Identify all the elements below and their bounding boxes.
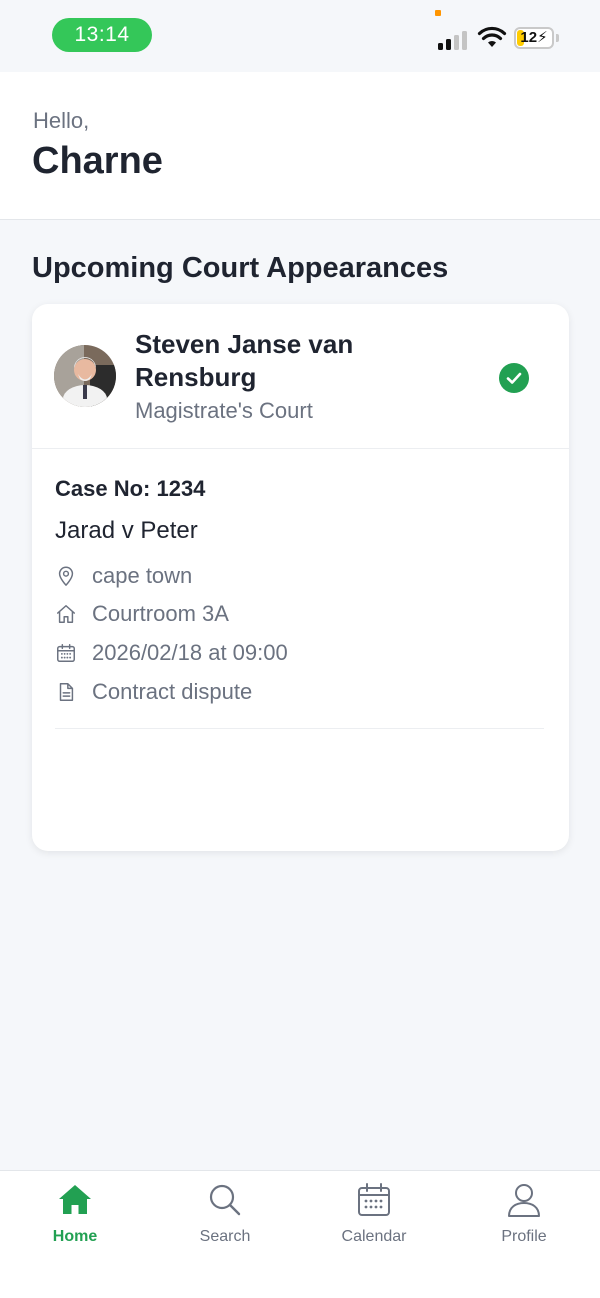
nav-home-label: Home — [52, 1228, 98, 1245]
home-icon — [59, 1185, 91, 1214]
battery-cap — [556, 34, 559, 42]
court-type: Magistrate's Court — [135, 398, 313, 423]
cellular-signal-icon — [438, 30, 470, 50]
appearance-card[interactable]: Steven Janse van Rensburg Magistrate's C… — [32, 304, 569, 851]
profile-icon — [508, 1184, 540, 1217]
user-name: Charne — [32, 140, 163, 182]
lawyer-name: Steven Janse van Rensburg — [135, 329, 354, 392]
location-text: cape town — [92, 563, 193, 588]
calendar-icon — [358, 1183, 390, 1216]
calendar-icon — [57, 644, 75, 662]
card-header: Steven Janse van Rensburg Magistrate's C… — [32, 304, 569, 449]
map-pin-icon — [58, 566, 74, 586]
case-type-text: Contract dispute — [92, 679, 253, 704]
case-title: Jarad v Peter — [55, 517, 198, 544]
case-number: Case No: 1234 — [55, 476, 206, 501]
detail-case-type: Contract dispute — [55, 677, 252, 707]
section-title: Upcoming Court Appearances — [32, 252, 449, 284]
status-time[interactable]: 13:14 — [52, 18, 152, 52]
nav-profile-label: Profile — [501, 1228, 547, 1245]
nav-home[interactable]: Home — [20, 1181, 130, 1253]
greeting-text: Hello, — [33, 108, 90, 133]
detail-datetime: 2026/02/18 at 09:00 — [55, 638, 288, 668]
nav-calendar[interactable]: Calendar — [319, 1181, 429, 1253]
bottom-nav: Home Search Calendar Profile — [0, 1170, 600, 1298]
nav-search-label: Search — [199, 1228, 251, 1245]
detail-courtroom: Courtroom 3A — [55, 599, 229, 629]
datetime-text: 2026/02/18 at 09:00 — [92, 640, 288, 665]
wifi-icon — [477, 26, 507, 47]
greeting-header: Hello, Charne — [0, 72, 600, 220]
detail-location: cape town — [55, 561, 192, 591]
privacy-indicator-dot — [435, 10, 441, 16]
status-bar: 13:14 12⚡ — [0, 0, 600, 72]
nav-search[interactable]: Search — [170, 1181, 280, 1253]
avatar — [54, 345, 116, 407]
search-icon — [209, 1184, 241, 1216]
check-circle-icon — [499, 363, 529, 393]
nav-profile[interactable]: Profile — [469, 1181, 579, 1253]
home-outline-icon — [57, 605, 75, 623]
nav-calendar-label: Calendar — [341, 1228, 407, 1245]
document-icon — [59, 683, 74, 701]
battery-level: 12⚡ — [520, 29, 548, 46]
card-divider — [55, 728, 544, 729]
battery-icon: 12⚡ — [514, 27, 554, 49]
courtroom-text: Courtroom 3A — [92, 601, 229, 626]
